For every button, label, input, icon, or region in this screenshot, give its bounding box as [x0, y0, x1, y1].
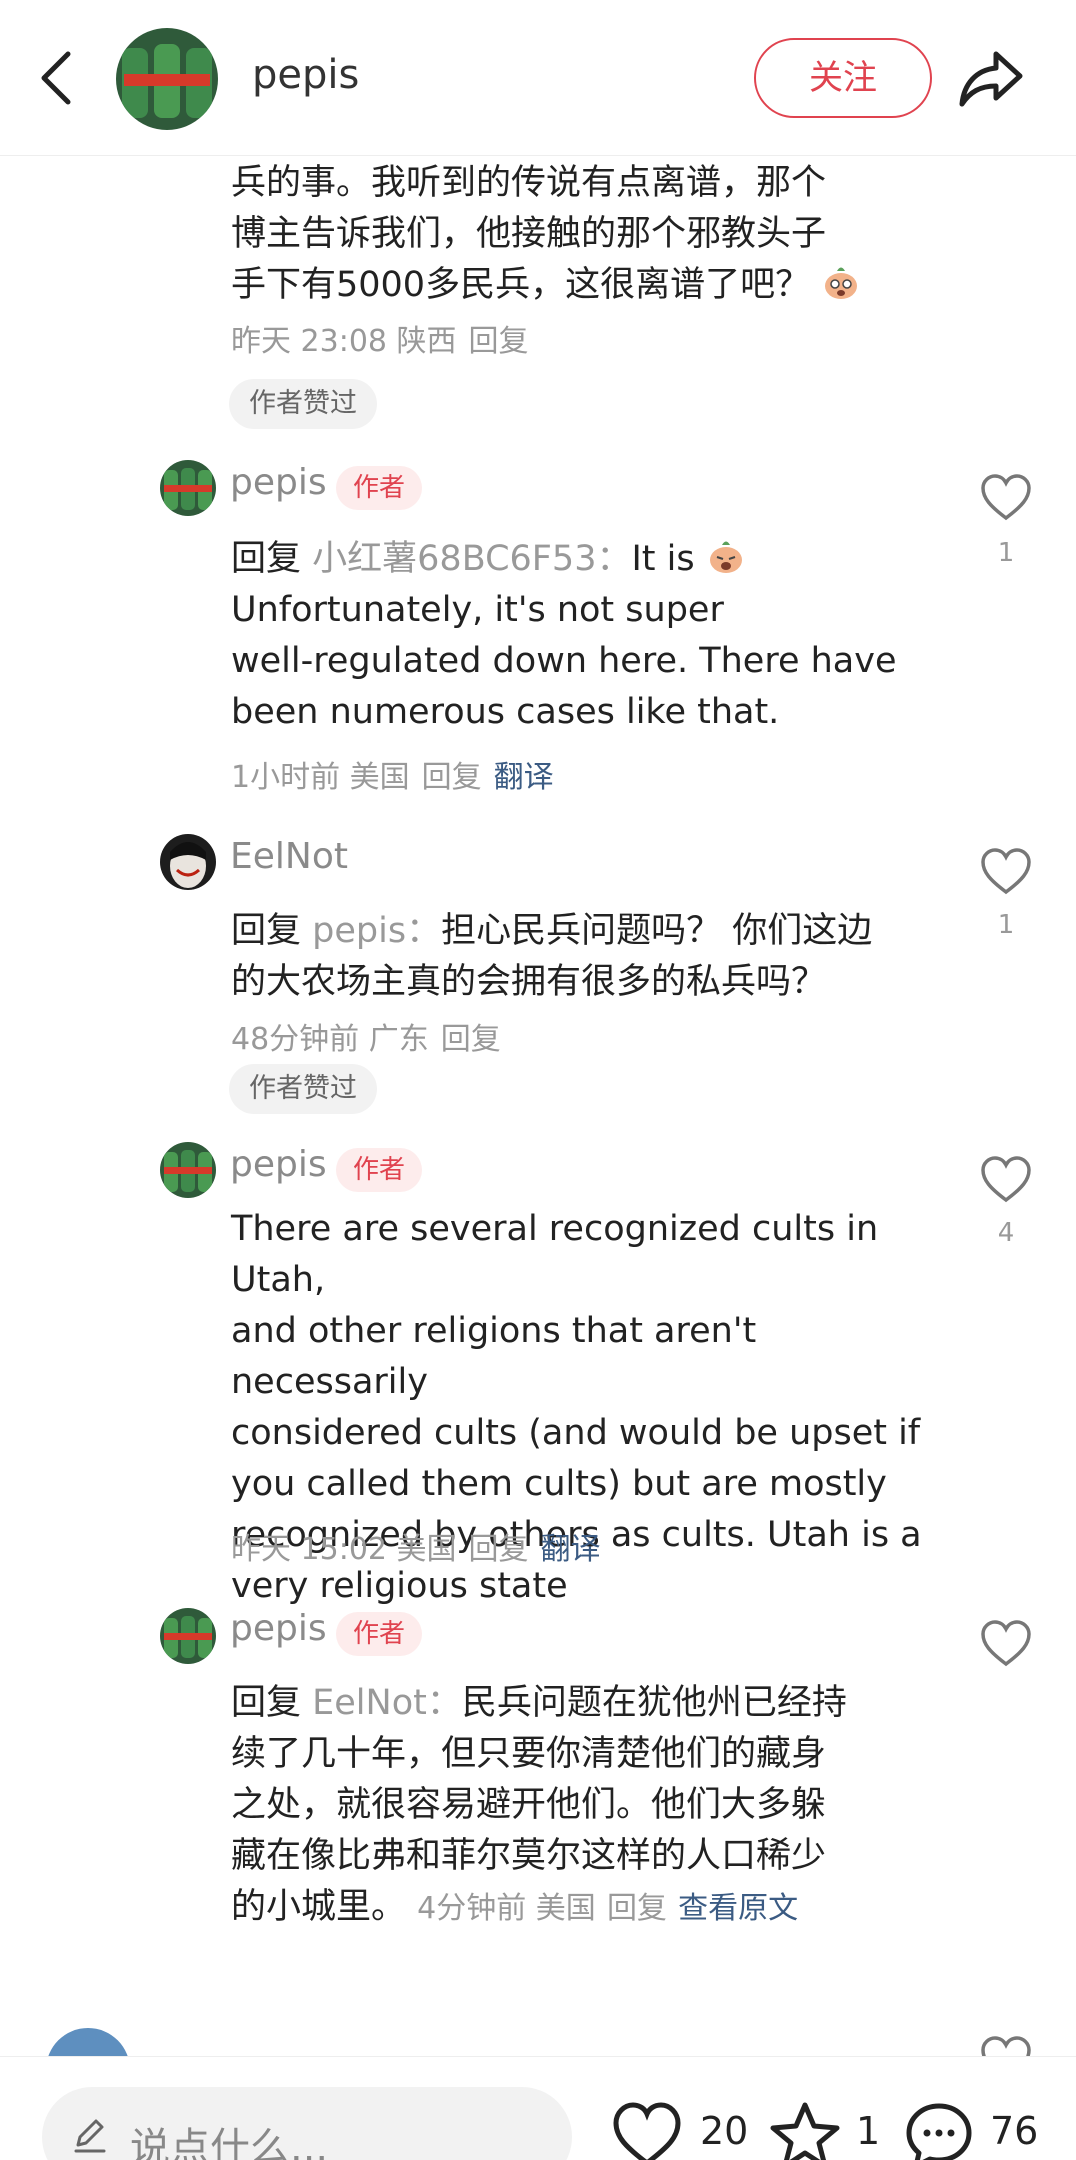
comment-meta: 1小时前 美国 回复 翻译 — [231, 760, 554, 795]
heart-icon[interactable] — [980, 1620, 1032, 1668]
reply-link[interactable]: 回复 — [422, 760, 482, 795]
author-badge: 作者 — [336, 1612, 422, 1656]
comment-username[interactable]: pepis — [230, 1608, 327, 1649]
comment-username[interactable]: pepis — [230, 1144, 327, 1185]
avatar[interactable] — [160, 460, 216, 516]
share-icon[interactable] — [956, 48, 1026, 110]
view-original-link[interactable]: 查看原文 — [678, 1891, 798, 1926]
like-count: 1 — [997, 910, 1015, 940]
heart-icon[interactable] — [612, 2101, 682, 2160]
comment-text: 回复 小红薯68BC6F53：It is Unfortunately, it's… — [231, 534, 931, 738]
avatar[interactable] — [46, 2028, 130, 2056]
like-total: 20 — [700, 2109, 749, 2153]
heart-icon[interactable] — [980, 848, 1032, 896]
avatar[interactable] — [160, 1608, 216, 1664]
heart-icon[interactable] — [980, 474, 1032, 522]
comment-text: 回复 pepis：担心民兵问题吗？ 你们这边 的大农场主真的会拥有很多的私兵吗？ — [231, 911, 873, 1002]
bottom-action-bar: 说点什么... 20 1 76 — [0, 2056, 1076, 2160]
author-liked-chip: 作者赞过 — [229, 1064, 377, 1114]
star-icon[interactable] — [770, 2101, 840, 2160]
like-count: 4 — [997, 1218, 1015, 1248]
like-count: 1 — [997, 538, 1015, 568]
reply-link[interactable]: 回复 — [469, 1532, 529, 1567]
emoji-icon — [709, 541, 742, 573]
pen-icon — [74, 2119, 106, 2153]
comment-meta: 昨天 23:08 陕西 回复 — [231, 324, 529, 359]
comment-meta: 昨天 15:02 美国 回复 翻译 — [231, 1532, 601, 1567]
emoji-icon — [825, 267, 858, 299]
follow-button[interactable]: 关注 — [754, 38, 932, 118]
translate-link[interactable]: 翻译 — [541, 1532, 601, 1567]
heart-icon[interactable] — [980, 2036, 1032, 2056]
comment-feed[interactable]: 兵的事。我听到的传说有点离谱，那个 博主告诉我们，他接触的那个邪教头子 手下有5… — [0, 156, 1076, 2056]
author-badge: 作者 — [336, 466, 422, 510]
reply-link[interactable]: 回复 — [469, 324, 529, 359]
author-username[interactable]: pepis — [252, 52, 359, 98]
comment-username[interactable]: pepis — [230, 462, 327, 503]
top-bar: pepis 关注 — [0, 0, 1076, 156]
avatar[interactable] — [160, 834, 216, 890]
comment-text: 兵的事。我听到的传说有点离谱，那个 博主告诉我们，他接触的那个邪教头子 手下有5… — [231, 158, 931, 311]
reply-link[interactable]: 回复 — [607, 1891, 667, 1926]
avatar[interactable] — [160, 1142, 216, 1198]
author-avatar[interactable] — [116, 28, 218, 130]
comment-meta: 48分钟前 广东 回复 — [231, 1022, 501, 1057]
comment-total: 76 — [990, 2109, 1039, 2153]
comment-bubble-icon[interactable] — [904, 2101, 974, 2160]
comment-text: 回复 EelNot：民兵问题在犹他州已经持 续了几十年，但只要你清楚他们的藏身 … — [231, 1683, 847, 1927]
comment-input-placeholder: 说点什么... — [130, 2125, 329, 2160]
reply-link[interactable]: 回复 — [441, 1022, 501, 1057]
author-liked-chip: 作者赞过 — [229, 379, 377, 429]
comment-input[interactable]: 说点什么... — [42, 2087, 572, 2160]
author-badge: 作者 — [336, 1148, 422, 1192]
favorite-total: 1 — [856, 2109, 881, 2153]
heart-icon[interactable] — [980, 1156, 1032, 1204]
back-arrow-icon[interactable] — [34, 48, 82, 108]
translate-link[interactable]: 翻译 — [494, 760, 554, 795]
comment-username[interactable]: EelNot — [230, 836, 348, 877]
comment-meta: 4分钟前 美国 — [417, 1891, 596, 1926]
